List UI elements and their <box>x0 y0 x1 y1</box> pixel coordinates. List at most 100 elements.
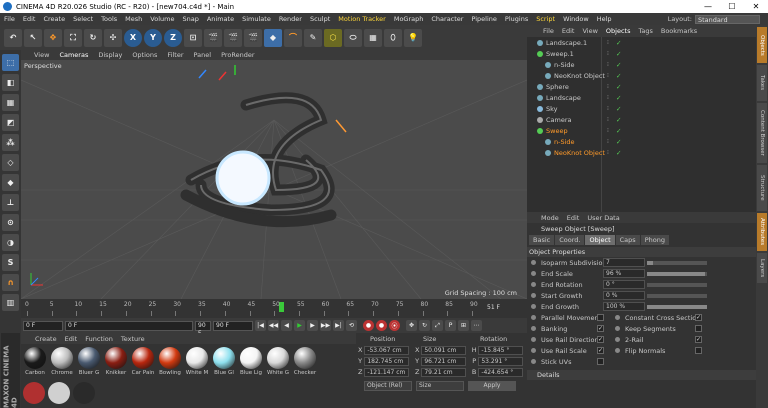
coord-mode-dropdown[interactable]: Object (Rel) <box>364 381 412 391</box>
property-slider[interactable] <box>647 260 707 265</box>
spline-pen-icon[interactable]: ⌒ <box>284 28 302 47</box>
tab-coord[interactable]: Coord. <box>555 235 585 245</box>
enabled-check-icon[interactable]: ✓ <box>616 127 621 135</box>
enabled-check-icon[interactable]: ✓ <box>616 149 621 157</box>
enabled-check-icon[interactable]: ✓ <box>616 72 621 80</box>
coord-value-field[interactable]: -15.845 ° <box>478 345 523 355</box>
property-radio-icon[interactable] <box>531 271 536 276</box>
property-value-field[interactable]: 96 % <box>603 269 645 278</box>
material-ball[interactable] <box>240 347 262 369</box>
material-swatch[interactable]: Carbon <box>23 347 47 376</box>
menu-character[interactable]: Character <box>427 15 467 23</box>
size-mode-dropdown[interactable]: Size <box>416 381 464 391</box>
menu-plugins[interactable]: Plugins <box>501 15 532 23</box>
attribute-menu-user-data[interactable]: User Data <box>583 214 623 222</box>
material-ball[interactable] <box>78 347 100 369</box>
key-option-button[interactable]: ⊞ <box>458 320 469 331</box>
material-swatch[interactable]: Chrome <box>50 347 74 376</box>
side-tab-attributes[interactable]: Attributes <box>757 213 767 251</box>
enabled-check-icon[interactable]: ✓ <box>616 61 621 69</box>
material-swatch[interactable]: Bowling <box>158 347 182 376</box>
side-tab-objects[interactable]: Objects <box>757 27 767 63</box>
side-tab-content-browser[interactable]: Content Browser <box>757 103 767 163</box>
light-icon[interactable]: 💡 <box>404 28 422 47</box>
material-menu-edit[interactable]: Edit <box>61 335 82 343</box>
material-swatch[interactable]: Car Pain <box>131 347 155 376</box>
coord-value-field[interactable]: -424.654 ° <box>478 367 523 377</box>
y-axis-icon[interactable]: Y <box>144 28 162 47</box>
enabled-check-icon[interactable]: ✓ <box>616 50 621 58</box>
camera-icon[interactable]: ⬯ <box>384 28 402 47</box>
generator-icon[interactable]: ✎ <box>304 28 322 47</box>
menu-script[interactable]: Script <box>532 15 559 23</box>
polygons-mode-icon[interactable]: ◆ <box>2 174 19 191</box>
start-frame-field[interactable]: 0 F <box>23 320 63 331</box>
coord-value-field[interactable]: 53.291 ° <box>478 356 523 366</box>
material-ball[interactable] <box>132 347 154 369</box>
property-slider[interactable] <box>647 304 707 309</box>
menu-animate[interactable]: Animate <box>203 15 238 23</box>
move-icon[interactable]: ✥ <box>44 28 62 47</box>
viewport-menu-cameras[interactable]: Cameras <box>54 51 93 59</box>
last-tool-icon[interactable]: ✣ <box>104 28 122 47</box>
timeline[interactable]: 51 F 0 5 10 15 20 25 30 35 40 45 50 55 60 65 70 75 80 85 9… <box>21 299 527 318</box>
coord-value-field[interactable]: 79.21 cm <box>421 367 466 377</box>
menu-mesh[interactable]: Mesh <box>121 15 146 23</box>
menu-file[interactable]: File <box>0 15 19 23</box>
tab-phong[interactable]: Phong <box>640 235 669 245</box>
timeline-playhead[interactable] <box>279 302 285 312</box>
current-frame-field[interactable]: 0 F <box>65 320 193 331</box>
grid-icon[interactable]: ▥ <box>2 294 19 311</box>
record-button[interactable]: ● <box>363 320 374 331</box>
property-slider[interactable] <box>647 282 707 287</box>
menu-help[interactable]: Help <box>593 15 616 23</box>
property-radio-icon[interactable] <box>531 348 536 353</box>
render-picture-icon[interactable]: 🎬 <box>224 28 242 47</box>
end-frame-field[interactable]: 90 F <box>195 320 211 337</box>
object-row[interactable]: Sphere ⁝ ✓ <box>527 81 756 92</box>
solo-icon[interactable]: ◑ <box>2 234 19 251</box>
menu-edit[interactable]: Edit <box>19 15 40 23</box>
rotate-icon[interactable]: ↻ <box>84 28 102 47</box>
checkbox[interactable] <box>597 314 604 321</box>
axis-mode-icon[interactable]: ⊥ <box>2 194 19 211</box>
material-swatch[interactable]: White M <box>185 347 209 376</box>
attribute-menu-edit[interactable]: Edit <box>563 214 584 222</box>
menu-motion-tracker[interactable]: Motion Tracker <box>334 15 390 23</box>
render-view-icon[interactable]: 🎬 <box>204 28 222 47</box>
object-menu-tags[interactable]: Tags <box>634 27 656 35</box>
snap-icon[interactable]: S <box>2 254 19 271</box>
property-radio-icon[interactable] <box>531 326 536 331</box>
property-radio-icon[interactable] <box>531 359 536 364</box>
attribute-menu-mode[interactable]: Mode <box>537 214 563 222</box>
details-section[interactable]: Details <box>527 370 756 380</box>
close-button[interactable]: ✕ <box>744 0 768 13</box>
playback-button[interactable]: ▶ <box>307 320 318 331</box>
object-row[interactable]: Camera ⁝ ✓ <box>527 114 756 125</box>
viewport-menu-prorender[interactable]: ProRender <box>216 51 259 59</box>
object-row[interactable]: Landscape ⁝ ✓ <box>527 92 756 103</box>
scale-icon[interactable]: ⛶ <box>64 28 82 47</box>
deformer-icon[interactable]: ⬡ <box>324 28 342 47</box>
tab-basic[interactable]: Basic <box>529 235 555 245</box>
property-value-field[interactable]: 0 ° <box>603 280 645 289</box>
checkbox[interactable]: ✓ <box>597 336 604 343</box>
property-radio-icon[interactable] <box>531 293 536 298</box>
material-ball[interactable] <box>105 347 127 369</box>
checkbox[interactable]: ✓ <box>695 336 702 343</box>
checkbox[interactable]: ✓ <box>695 314 702 321</box>
playback-button[interactable]: ◀◀ <box>268 320 279 331</box>
object-row[interactable]: NeoKnot Object ⁝ ✓ <box>527 147 756 158</box>
layout-dropdown[interactable]: Standard <box>695 14 760 24</box>
property-radio-icon[interactable] <box>531 260 536 265</box>
menu-create[interactable]: Create <box>39 15 69 23</box>
material-swatch[interactable]: White G <box>266 347 290 376</box>
property-value-field[interactable]: 100 % <box>603 302 645 311</box>
tab-caps[interactable]: Caps <box>615 235 640 245</box>
property-radio-icon[interactable] <box>615 315 620 320</box>
material-ball[interactable] <box>267 347 289 369</box>
cube-icon[interactable]: ◆ <box>264 28 282 47</box>
minimize-button[interactable]: — <box>696 0 720 13</box>
property-radio-icon[interactable] <box>531 304 536 309</box>
material-ball[interactable] <box>51 347 73 369</box>
